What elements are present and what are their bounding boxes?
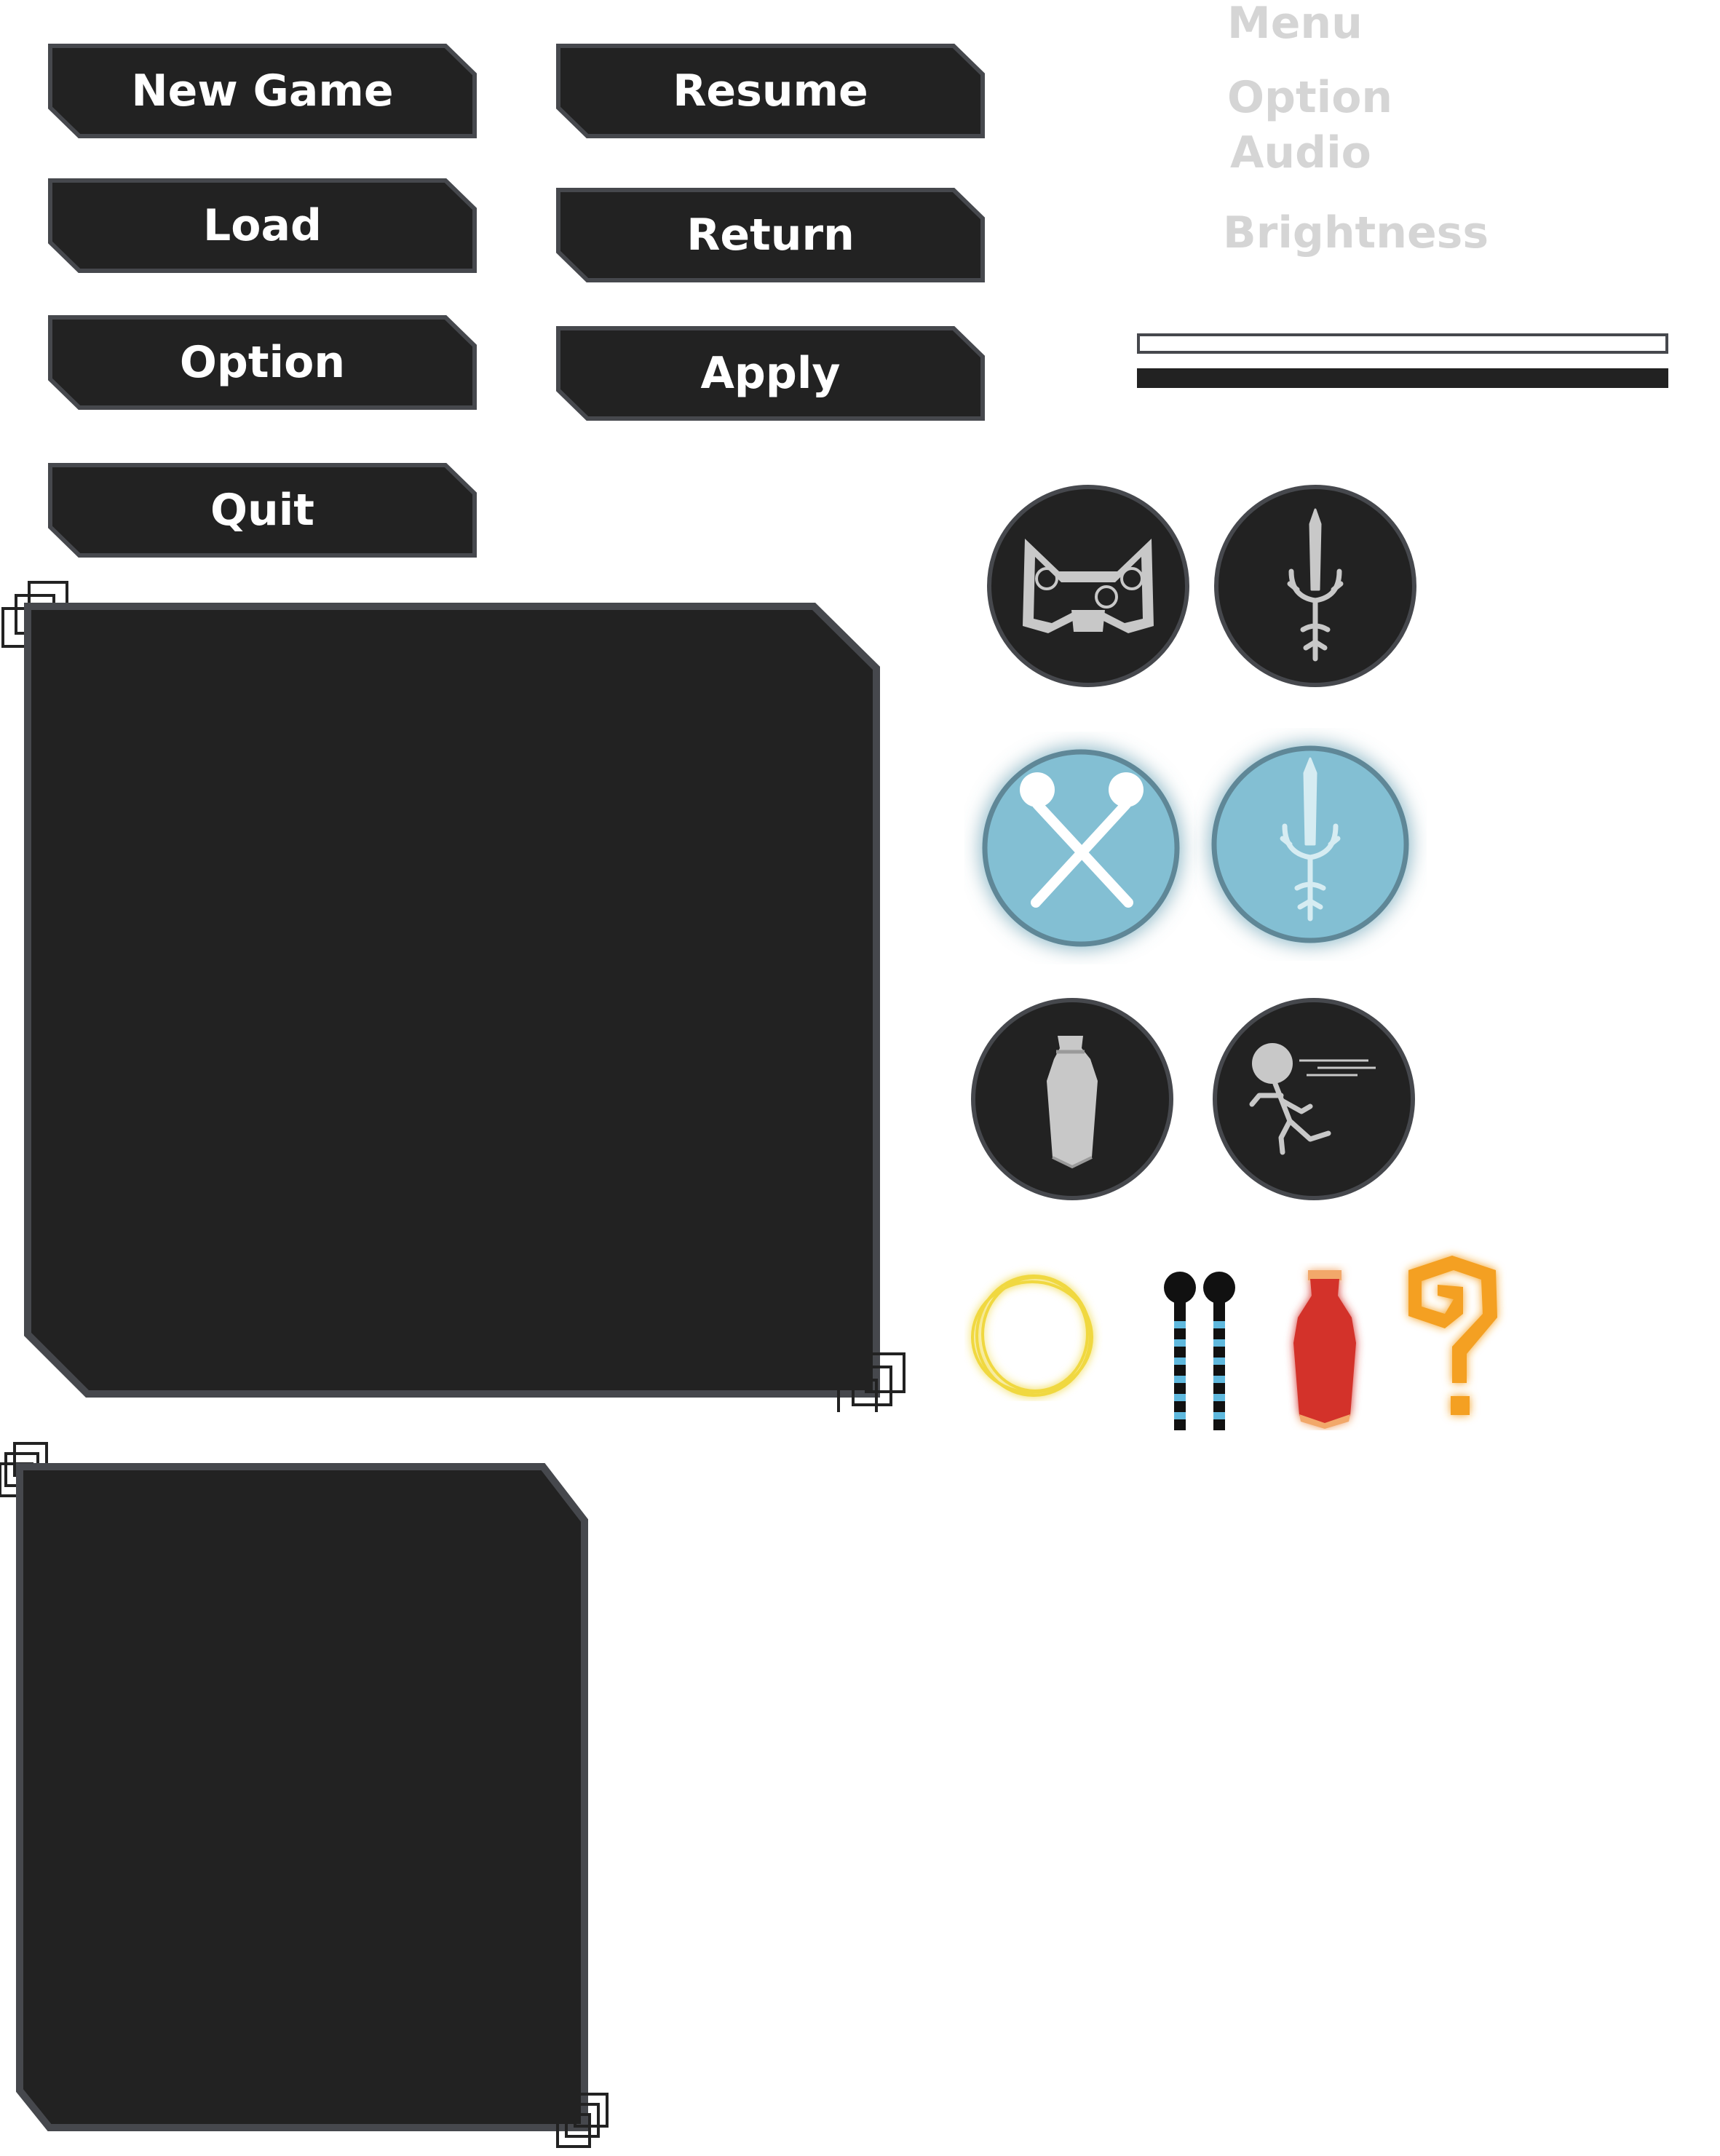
return-button[interactable]: Return (556, 188, 985, 282)
quit-button[interactable]: Quit (48, 463, 477, 558)
large-dialog-panel (1, 581, 905, 1412)
dash-runner-icon[interactable] (1208, 994, 1419, 1205)
drumsticks-icon[interactable] (1154, 1263, 1248, 1438)
red-potion-icon[interactable] (1270, 1263, 1379, 1430)
gold-ring-icon[interactable] (964, 1263, 1103, 1401)
audio-label: Audio (1230, 127, 1371, 178)
load-button[interactable]: Load (48, 178, 477, 273)
quit-label: Quit (210, 485, 314, 536)
menu-heading: Menu (1227, 0, 1363, 49)
trident-sword-icon-active[interactable] (1194, 728, 1427, 961)
brightness-label: Brightness (1223, 207, 1489, 258)
new-game-button[interactable]: New Game (48, 44, 477, 138)
trident-sword-icon[interactable] (1210, 480, 1421, 691)
option-button[interactable]: Option (48, 315, 477, 410)
potion-bottle-icon[interactable] (967, 994, 1178, 1205)
new-game-label: New Game (131, 66, 394, 116)
mask-icon[interactable] (983, 480, 1194, 691)
apply-button[interactable]: Apply (556, 326, 985, 421)
crossed-sticks-icon-active[interactable] (964, 732, 1197, 964)
option-label: Option (179, 337, 346, 388)
load-label: Load (203, 200, 322, 251)
apply-label: Apply (700, 348, 841, 399)
slider-track-filled[interactable] (1137, 368, 1668, 388)
resume-button[interactable]: Resume (556, 44, 985, 138)
return-label: Return (686, 210, 855, 261)
resume-label: Resume (673, 66, 868, 116)
small-dialog-panel (0, 1442, 609, 2148)
option-heading: Option (1227, 72, 1393, 123)
question-mark-icon[interactable] (1394, 1245, 1514, 1430)
slider-track-empty[interactable] (1137, 333, 1668, 354)
